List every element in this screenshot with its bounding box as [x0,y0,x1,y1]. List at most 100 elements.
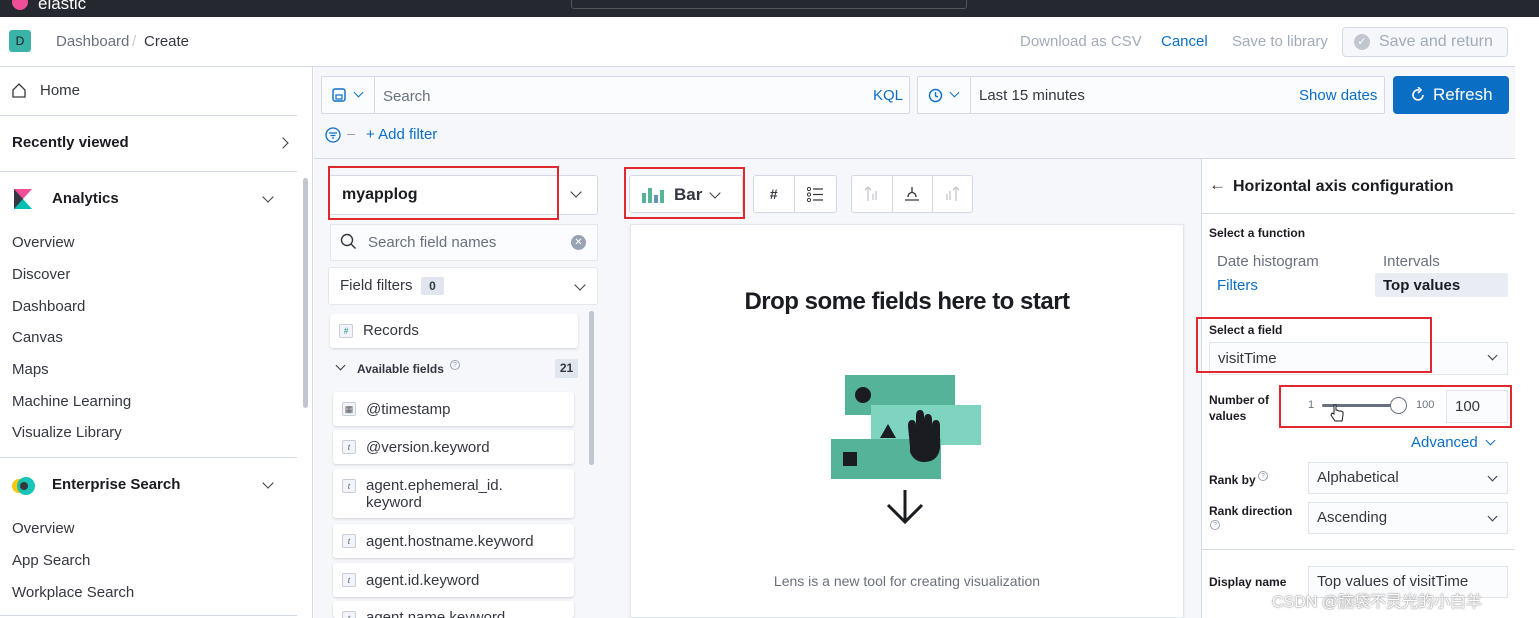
back-arrow-icon[interactable]: ← [1209,175,1226,195]
enterprise-search-icon [12,477,35,495]
function-date-histogram[interactable]: Date histogram [1217,253,1319,270]
index-pattern-name[interactable]: myapplog [342,186,418,204]
add-filter-button[interactable]: + Add filter [366,126,437,143]
time-range[interactable]: Last 15 minutes [979,87,1085,104]
available-count-badge: 21 [555,359,578,378]
list-settings-icon[interactable] [806,186,824,203]
sidebar-item-app-search[interactable]: App Search [12,552,90,569]
download-csv-button[interactable]: Download as CSV [1020,33,1142,50]
field-list-scrollbar[interactable] [589,311,594,465]
field-item[interactable]: t agent.hostname.keyword [333,524,574,558]
divider [0,171,297,172]
watermark: CSDN @脑袋不灵光的小白羊 [1272,594,1483,611]
display-name-label: Display name [1209,575,1287,589]
function-top-values[interactable]: Top values [1383,277,1460,294]
field-name: agent.id.keyword [366,572,480,589]
filter-icon[interactable] [324,126,342,144]
field-name: @timestamp [366,401,451,418]
string-icon: t [342,573,356,587]
home-icon [12,83,26,98]
bar-chart-icon [642,188,664,203]
sidebar-item-maps[interactable]: Maps [12,361,49,378]
sidebar-item-discover[interactable]: Discover [12,266,70,283]
info-icon: ? [1210,520,1220,530]
info-icon: ? [450,360,460,370]
right-axis-icon[interactable] [943,185,961,203]
field-name: @version.keyword [366,439,490,456]
save-to-library-button[interactable]: Save to library [1232,33,1328,50]
drop-description: Lens is a new tool for creating visualiz… [773,573,1041,589]
sidebar-item-visualize-library[interactable]: Visualize Library [12,424,122,441]
number-of-values-label: Number of values [1209,393,1269,423]
analytics-heading[interactable]: Analytics [52,190,119,207]
rank-direction-select[interactable]: Ascending [1308,502,1508,534]
field-item-records[interactable]: # Records [330,314,578,348]
refresh-button[interactable]: Refresh [1393,76,1509,114]
field-item[interactable]: t @version.keyword [333,430,574,464]
filter-count-badge: 0 [421,277,444,295]
enterprise-search-heading[interactable]: Enterprise Search [52,476,180,493]
field-filters-label: Field filters [340,277,413,294]
available-fields-label[interactable]: Available fields [357,362,444,376]
elastic-logo-icon [12,0,28,10]
divider [0,615,297,616]
sidebar-item-overview[interactable]: Overview [12,234,75,251]
sidebar-item-canvas[interactable]: Canvas [12,329,63,346]
save-and-return-button[interactable]: ✓ Save and return [1342,27,1508,57]
calendar-icon: ▦ [342,402,356,416]
breadcrumb-dashboard[interactable]: Dashboard [56,33,129,50]
kibana-icon [14,189,32,209]
save-and-return-label: Save and return [1379,33,1493,50]
highlight-box [1196,317,1432,373]
divider [1202,549,1515,550]
string-icon: t [342,534,356,548]
rank-by-label: Rank by [1209,473,1256,487]
recently-viewed-heading[interactable]: Recently viewed [12,134,129,151]
global-search-input[interactable] [571,0,967,9]
search-input[interactable]: Search [383,88,431,105]
cancel-button[interactable]: Cancel [1161,33,1208,50]
search-icon [340,233,356,249]
space-avatar[interactable]: D [9,30,31,52]
clock-icon [928,88,943,103]
cursor-hand-icon [1330,404,1344,422]
divider [0,115,297,116]
field-item[interactable]: t agent.ephemeral_id. keyword [333,469,574,518]
sidebar-item-workplace-search[interactable]: Workplace Search [12,584,134,601]
field-item[interactable]: t agent.name.keyword [333,601,574,618]
value-format-icon[interactable]: # [753,175,795,213]
sidebar-scrollbar[interactable] [303,178,308,408]
field-item[interactable]: t agent.id.keyword [333,563,574,597]
function-filters[interactable]: Filters [1217,277,1258,294]
left-axis-icon[interactable] [863,185,881,203]
select-function-label: Select a function [1209,226,1306,240]
chevron-down-icon [353,87,364,98]
string-icon: t [342,611,356,618]
breadcrumb-separator: / [132,33,137,50]
string-icon: t [342,479,356,493]
sidebar-item-es-overview[interactable]: Overview [12,520,75,537]
sidebar-item-machine-learning[interactable]: Machine Learning [12,393,131,410]
advanced-toggle[interactable]: Advanced [1411,434,1478,451]
sidebar-item-dashboard[interactable]: Dashboard [12,298,85,315]
chart-type-label: Bar [674,185,703,204]
rank-by-value: Alphabetical [1317,469,1399,486]
sidebar-item-home[interactable]: Home [40,82,80,99]
clear-icon[interactable]: ✕ [571,235,586,250]
rank-direction-label: Rank direction [1209,504,1293,518]
flyout-title: Horizontal axis configuration [1233,178,1454,195]
rank-by-select[interactable]: Alphabetical [1308,462,1508,494]
field-search-input[interactable]: Search field names [368,234,496,251]
drop-illustration [831,375,981,525]
kql-toggle[interactable]: KQL [873,87,903,104]
quick-select-button[interactable] [917,76,971,114]
bottom-axis-icon[interactable] [903,185,921,203]
divider [347,134,355,135]
function-intervals[interactable]: Intervals [1383,253,1440,270]
field-name: agent.ephemeral_id. keyword [366,477,503,511]
saved-query-button[interactable] [321,76,375,114]
show-dates-button[interactable]: Show dates [1299,87,1377,104]
field-item[interactable]: ▦ @timestamp [333,392,574,426]
drop-title: Drop some fields here to start [744,288,1070,315]
refresh-label: Refresh [1433,85,1493,104]
